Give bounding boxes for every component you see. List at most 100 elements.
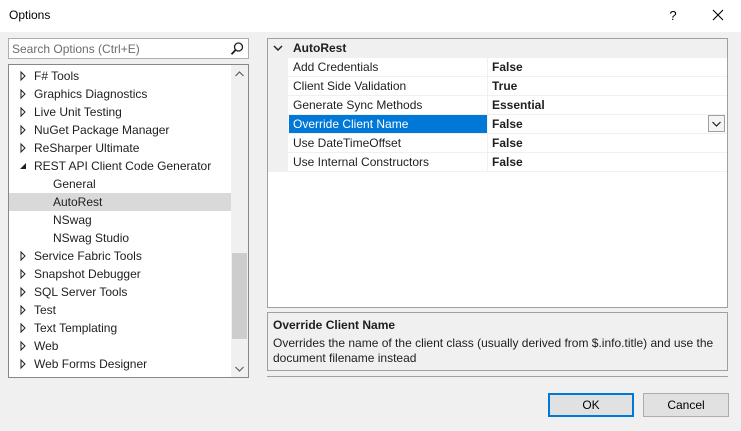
property-value[interactable]: False xyxy=(489,58,727,76)
tree-item-label: NSwag xyxy=(53,213,92,227)
property-name[interactable]: Client Side Validation xyxy=(289,77,488,95)
collapsed-arrow-icon[interactable] xyxy=(18,121,28,139)
search-icon[interactable] xyxy=(229,41,245,57)
property-value-text: False xyxy=(492,136,523,150)
property-row[interactable]: Client Side Validation True xyxy=(268,77,727,96)
tree-item[interactable]: Test xyxy=(9,301,231,319)
tree-item[interactable]: Graphics Diagnostics xyxy=(9,85,231,103)
collapsed-arrow-icon[interactable] xyxy=(18,283,28,301)
scroll-thumb[interactable] xyxy=(232,253,247,339)
tree-item[interactable]: Text Templating xyxy=(9,319,231,337)
property-value[interactable]: Essential xyxy=(489,96,727,114)
property-row[interactable]: Use Internal Constructors False xyxy=(268,153,727,172)
row-margin xyxy=(268,96,288,115)
row-margin xyxy=(268,77,288,96)
collapsed-arrow-icon[interactable] xyxy=(18,247,28,265)
description-title: Override Client Name xyxy=(273,318,396,332)
collapsed-arrow-icon[interactable] xyxy=(18,85,28,103)
tree-item[interactable]: NSwag xyxy=(9,211,231,229)
property-value-text: False xyxy=(492,155,523,169)
scroll-up-button[interactable] xyxy=(231,65,248,82)
tree-item-label: Web Performance Test Tools xyxy=(34,373,187,377)
property-value-text: False xyxy=(492,60,523,74)
tree-item[interactable]: F# Tools xyxy=(9,67,231,85)
tree-item-label: Live Unit Testing xyxy=(34,105,122,119)
collapsed-arrow-icon[interactable] xyxy=(18,301,28,319)
collapsed-arrow-icon[interactable] xyxy=(18,139,28,157)
property-value[interactable]: False xyxy=(489,153,727,171)
tree-items: F# Tools Graphics Diagnostics Live Unit Te… xyxy=(9,67,231,378)
property-value[interactable]: False xyxy=(489,134,727,152)
cancel-button[interactable]: Cancel xyxy=(643,393,729,417)
tree-item-label: Web Forms Designer xyxy=(34,357,148,371)
collapsed-arrow-icon[interactable] xyxy=(18,373,28,378)
tree-item-label: Text Templating xyxy=(34,321,118,335)
property-row[interactable]: Add Credentials False xyxy=(268,58,727,77)
tree-item-label: General xyxy=(53,177,96,191)
close-button[interactable] xyxy=(700,0,736,30)
tree-item-label: Service Fabric Tools xyxy=(34,249,142,263)
description-text: Overrides the name of the client class (… xyxy=(273,336,714,365)
collapsed-arrow-icon[interactable] xyxy=(18,265,28,283)
property-name[interactable]: Override Client Name xyxy=(289,115,488,133)
search-input[interactable] xyxy=(12,41,222,56)
property-grid[interactable]: AutoRest Add Credentials False Client Side… xyxy=(267,38,728,308)
tree-item[interactable]: ReSharper Ultimate xyxy=(9,139,231,157)
chevron-up-icon xyxy=(235,70,244,76)
description-panel: Override Client Name Overrides the name … xyxy=(267,312,728,371)
tree-item-label: Test xyxy=(34,303,57,317)
tree-item[interactable]: NuGet Package Manager xyxy=(9,121,231,139)
tree-item-label: AutoRest xyxy=(53,195,103,209)
window-title: Options xyxy=(9,8,51,22)
tree-item[interactable]: General xyxy=(9,175,231,193)
expanded-arrow-icon[interactable] xyxy=(18,157,28,175)
property-name[interactable]: Generate Sync Methods xyxy=(289,96,488,114)
search-box[interactable] xyxy=(8,38,249,59)
chevron-down-icon xyxy=(712,121,721,127)
property-value[interactable]: True xyxy=(489,77,727,95)
value-dropdown-button[interactable] xyxy=(708,115,725,132)
property-name[interactable]: Use Internal Constructors xyxy=(289,153,488,171)
property-value-text: Essential xyxy=(492,98,545,112)
options-tree[interactable]: F# Tools Graphics Diagnostics Live Unit Te… xyxy=(8,64,249,378)
tree-item[interactable]: REST API Client Code Generator xyxy=(9,157,231,175)
collapsed-arrow-icon[interactable] xyxy=(18,103,28,121)
close-icon xyxy=(712,9,724,21)
collapse-icon[interactable] xyxy=(273,43,283,53)
collapsed-arrow-icon[interactable] xyxy=(18,337,28,355)
property-row[interactable]: Generate Sync Methods Essential xyxy=(268,96,727,115)
tree-item[interactable]: Service Fabric Tools xyxy=(9,247,231,265)
collapsed-arrow-icon[interactable] xyxy=(18,355,28,373)
tree-item[interactable]: Web Forms Designer xyxy=(9,355,231,373)
tree-item[interactable]: SQL Server Tools xyxy=(9,283,231,301)
row-margin xyxy=(268,134,288,153)
tree-item-label: REST API Client Code Generator xyxy=(34,159,212,173)
tree-item[interactable]: Live Unit Testing xyxy=(9,103,231,121)
property-value-text: True xyxy=(492,79,518,93)
property-value-text: False xyxy=(492,117,523,131)
property-row[interactable]: Override Client Name False xyxy=(268,115,727,134)
tree-item-label: SQL Server Tools xyxy=(34,285,128,299)
collapsed-arrow-icon[interactable] xyxy=(18,67,28,85)
scroll-down-button[interactable] xyxy=(231,360,248,377)
tree-item[interactable]: NSwag Studio xyxy=(9,229,231,247)
property-value[interactable]: False xyxy=(489,115,727,133)
help-icon: ? xyxy=(669,7,677,23)
property-name[interactable]: Add Credentials xyxy=(289,58,488,76)
divider xyxy=(267,376,728,377)
property-name[interactable]: Use DateTimeOffset xyxy=(289,134,488,152)
tree-item-label: Web xyxy=(34,339,59,353)
tree-item-label: Graphics Diagnostics xyxy=(34,87,148,101)
tree-item[interactable]: Web Performance Test Tools xyxy=(9,373,231,378)
row-margin xyxy=(268,58,288,77)
ok-button[interactable]: OK xyxy=(548,393,634,417)
tree-item[interactable]: Web xyxy=(9,337,231,355)
collapsed-arrow-icon[interactable] xyxy=(18,319,28,337)
category-header[interactable]: AutoRest xyxy=(268,39,727,58)
tree-item[interactable]: AutoRest xyxy=(9,193,231,211)
help-button[interactable]: ? xyxy=(656,0,690,30)
tree-item[interactable]: Snapshot Debugger xyxy=(9,265,231,283)
tree-item-label: Snapshot Debugger xyxy=(34,267,141,281)
tree-scrollbar[interactable] xyxy=(231,65,248,377)
property-row[interactable]: Use DateTimeOffset False xyxy=(268,134,727,153)
